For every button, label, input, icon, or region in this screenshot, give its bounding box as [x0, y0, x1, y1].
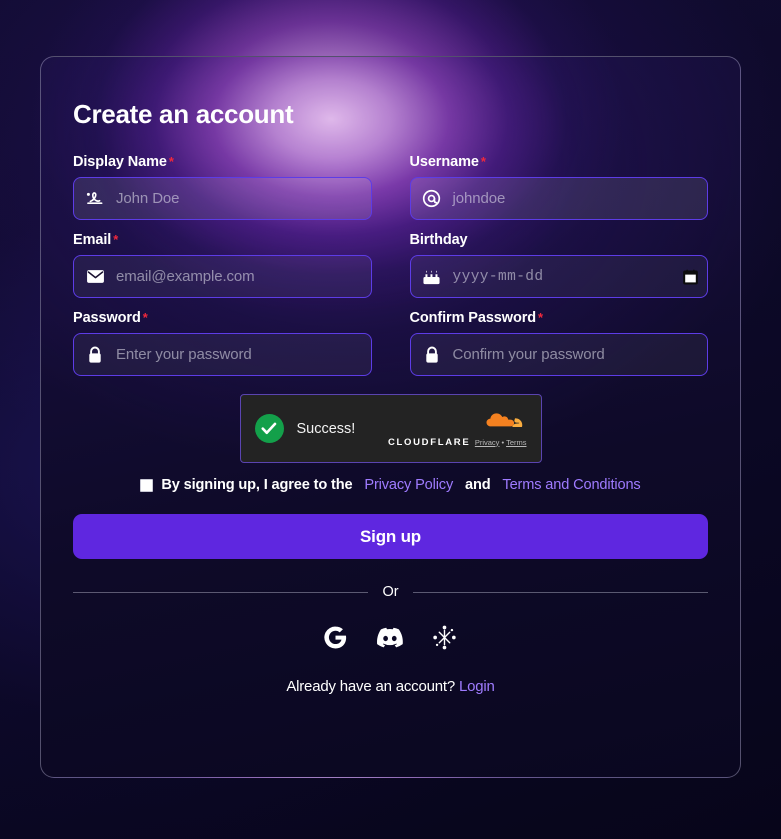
field-birthday: Birthday yyyy-mm-dd — [409, 232, 709, 298]
label-birthday-text: Birthday — [409, 232, 468, 248]
divider-line-right — [412, 591, 709, 593]
terms-agreement-row: By signing up, I agree to the Privacy Po… — [73, 477, 708, 493]
confirm-password-placeholder: Confirm your password — [452, 346, 605, 363]
label-password: Password * — [73, 310, 372, 326]
divider-line-left — [73, 591, 369, 593]
signature-icon — [84, 191, 106, 206]
label-display-name-text: Display Name — [73, 154, 167, 170]
field-username: Username * johndoe — [409, 154, 709, 220]
required-marker-password: * — [142, 310, 148, 325]
field-password: Password * Enter your password — [73, 310, 372, 376]
display-name-input[interactable]: John Doe — [73, 177, 372, 220]
field-display-name: Display Name * John Doe — [73, 154, 372, 220]
password-input[interactable]: Enter your password — [73, 333, 372, 376]
label-password-text: Password — [73, 310, 141, 326]
cloudflare-cloud-icon — [388, 409, 527, 432]
label-confirm-password: Confirm Password * — [410, 310, 709, 326]
starburst-icon[interactable] — [431, 624, 458, 651]
email-input[interactable]: email@example.com — [73, 255, 372, 298]
turnstile-privacy-link[interactable]: Privacy — [475, 438, 500, 447]
label-display-name: Display Name * — [73, 154, 372, 170]
terms-conditions-link[interactable]: Terms and Conditions — [502, 477, 640, 493]
social-login-row — [73, 624, 708, 651]
required-marker-username: * — [480, 154, 486, 169]
signup-card: Create an account Display Name* John Do — [40, 56, 741, 778]
divider-label: Or — [382, 584, 399, 600]
field-email: Email * email@example.com — [73, 232, 372, 298]
field-confirm-password: Confirm Password * Confirm your password — [409, 310, 709, 376]
login-prompt-text: Already have an account? — [286, 678, 455, 695]
label-birthday: Birthday — [410, 232, 709, 248]
turnstile-terms-link[interactable]: Terms — [506, 438, 526, 447]
birthday-input[interactable]: yyyy-mm-dd — [409, 255, 708, 298]
birthday-cake-icon — [421, 268, 443, 286]
at-sign-icon — [421, 189, 443, 208]
turnstile-link-separator: • — [501, 437, 505, 447]
or-divider: Or — [73, 584, 709, 600]
label-confirm-password-text: Confirm Password — [409, 310, 537, 326]
terms-conjunction: and — [465, 477, 491, 493]
turnstile-status: Success! — [296, 420, 356, 437]
sign-up-button[interactable]: Sign up — [73, 514, 708, 559]
check-circle-icon — [254, 414, 284, 443]
label-username-text: Username — [409, 154, 479, 170]
discord-icon[interactable] — [376, 624, 403, 651]
turnstile-legal-links: Privacy • Terms — [475, 438, 527, 447]
google-icon[interactable] — [323, 624, 348, 651]
privacy-policy-link[interactable]: Privacy Policy — [364, 477, 453, 493]
label-username: Username * — [410, 154, 709, 170]
terms-checkbox[interactable] — [140, 478, 154, 492]
email-placeholder: email@example.com — [116, 268, 255, 285]
username-placeholder: johndoe — [452, 190, 506, 207]
birthday-placeholder: yyyy-mm-dd — [452, 268, 544, 285]
cloudflare-wordmark: CLOUDFLARE — [387, 436, 471, 448]
terms-text-before: By signing up, I agree to the — [161, 477, 353, 493]
signup-form: Display Name * John Doe Username * johnd… — [73, 154, 708, 376]
required-marker-email: * — [113, 232, 119, 247]
lock-icon — [84, 346, 106, 364]
envelope-icon — [84, 269, 106, 284]
label-email-text: Email — [73, 232, 112, 248]
cloudflare-turnstile-widget[interactable]: Success! CLOUDFLARE Privacy • Terms — [239, 394, 542, 463]
required-marker-display-name: * — [168, 154, 174, 169]
login-prompt: Already have an account? Login — [73, 678, 708, 695]
turnstile-row: Success! CLOUDFLARE Privacy • Terms — [73, 394, 708, 463]
display-name-placeholder: John Doe — [116, 190, 180, 207]
lock-icon — [421, 346, 443, 364]
username-input[interactable]: johndoe — [409, 177, 708, 220]
calendar-icon[interactable] — [683, 269, 698, 285]
cloudflare-brand: CLOUDFLARE Privacy • Terms — [388, 409, 527, 449]
password-placeholder: Enter your password — [116, 346, 252, 363]
required-marker-confirm-password: * — [538, 310, 543, 325]
login-link[interactable]: Login — [459, 678, 495, 695]
confirm-password-input[interactable]: Confirm your password — [409, 333, 708, 376]
label-email: Email * — [73, 232, 372, 248]
page-title: Create an account — [73, 99, 294, 129]
